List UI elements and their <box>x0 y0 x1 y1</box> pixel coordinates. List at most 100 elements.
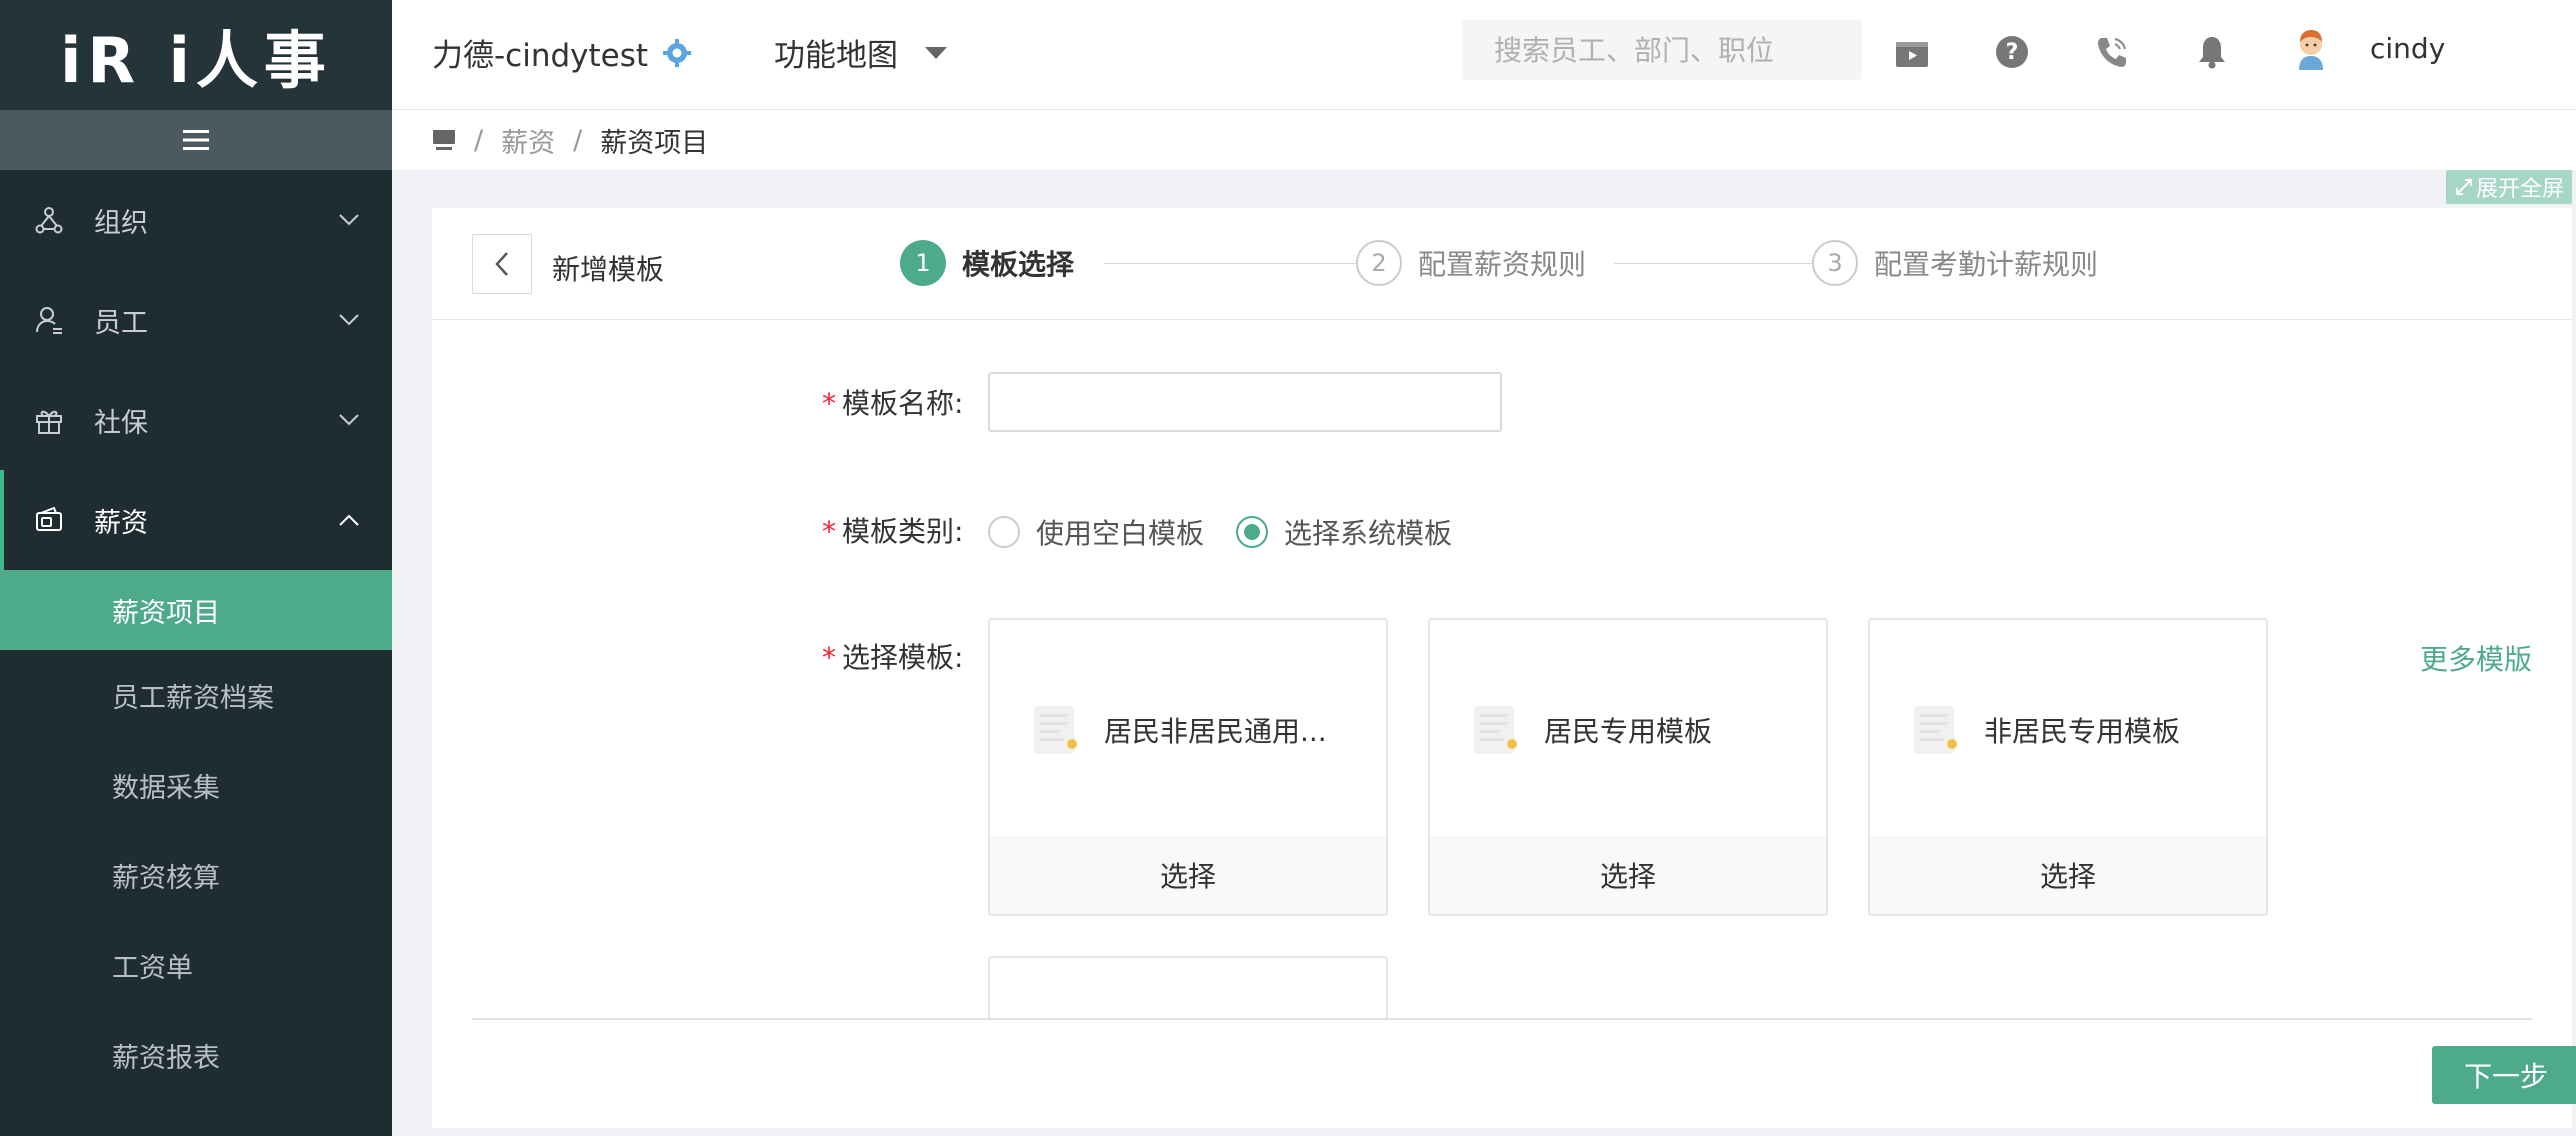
sidebar: iR i人事 组织 员工 社保 薪资 薪资项目 员工薪资档案 数据采集 薪资核算… <box>0 0 392 1136</box>
breadcrumb-separator: / <box>474 124 484 156</box>
sidebar-item-salary[interactable]: 薪资 <box>0 470 392 570</box>
select-template-label: * 选择模板: <box>822 636 963 676</box>
expand-label: 展开全屏 <box>2475 177 2564 202</box>
radio-blank-template[interactable]: 使用空白模板 <box>988 512 1204 552</box>
top-header: 力德-cindytest 功能地图 ? cindy <box>392 0 2576 110</box>
label-text: 模板类别: <box>842 515 964 548</box>
radio-circle <box>988 516 1020 548</box>
wizard-header: 新增模板 1 模板选择 2 配置薪资规则 3 配置考勤计薪规则 <box>432 208 2572 320</box>
sidebar-item-employee[interactable]: 员工 <box>0 270 392 370</box>
user-icon <box>34 305 64 335</box>
breadcrumb-current: 薪资项目 <box>600 127 709 159</box>
document-icon <box>1910 704 1962 756</box>
required-mark: * <box>822 515 836 548</box>
required-mark: * <box>822 387 836 420</box>
document-icon <box>1030 704 1082 756</box>
footer-divider <box>472 1018 2532 1020</box>
chevron-up-icon <box>338 513 360 527</box>
template-name: 非居民专用模板 <box>1984 715 2181 748</box>
back-button[interactable] <box>472 234 532 294</box>
template-card: 居民非居民通用... 选择 <box>988 618 1388 916</box>
sidebar-subitem-salary-files[interactable]: 员工薪资档案 <box>0 650 392 740</box>
sidebar-subitem-data-collection[interactable]: 数据采集 <box>0 740 392 830</box>
more-templates-link[interactable]: 更多模版 <box>2420 638 2532 678</box>
sidebar-subitem-salary-calc[interactable]: 薪资核算 <box>0 830 392 920</box>
label-text: 选择模板: <box>842 641 964 674</box>
template-card: 非居民专用模板 选择 <box>1868 618 2268 916</box>
hamburger-icon <box>183 130 209 150</box>
step-connector <box>1104 263 1368 264</box>
select-template-button[interactable]: 选择 <box>1870 836 2266 914</box>
expand-icon <box>2455 179 2472 195</box>
expand-fullscreen-button[interactable]: 展开全屏 <box>2445 170 2572 204</box>
avatar[interactable] <box>2290 26 2332 70</box>
step-label: 配置薪资规则 <box>1418 248 1587 281</box>
phone-icon[interactable] <box>2094 34 2130 70</box>
template-card-body: 居民非居民通用... <box>990 620 1386 840</box>
sidebar-item-label: 员工 <box>94 307 148 339</box>
sidebar-collapse-button[interactable] <box>0 110 392 170</box>
sidebar-item-org[interactable]: 组织 <box>0 170 392 270</box>
document-icon <box>1470 704 1522 756</box>
logo-text: iR i人事 <box>60 24 332 97</box>
step-label: 模板选择 <box>962 248 1075 281</box>
template-name: 居民专用模板 <box>1544 715 1713 748</box>
function-map-label: 功能地图 <box>774 38 898 74</box>
breadcrumb-separator: / <box>573 124 583 156</box>
chevron-left-icon <box>495 252 508 276</box>
required-mark: * <box>822 641 836 674</box>
monitor-icon[interactable] <box>432 129 456 151</box>
bell-icon[interactable] <box>2194 34 2230 70</box>
step-label: 配置考勤计薪规则 <box>1874 248 2099 281</box>
app-logo[interactable]: iR i人事 <box>0 0 392 110</box>
radio-label: 选择系统模板 <box>1284 517 1453 550</box>
chevron-down-icon <box>338 413 360 427</box>
step-3: 3 配置考勤计薪规则 <box>1812 240 2098 286</box>
help-icon[interactable]: ? <box>1994 34 2030 70</box>
radio-system-template[interactable]: 选择系统模板 <box>1236 512 1452 552</box>
username[interactable]: cindy <box>2370 32 2445 65</box>
template-name: 居民非居民通用... <box>1104 715 1327 748</box>
template-card-body: 居民专用模板 <box>1430 620 1826 840</box>
template-wizard-card: 新增模板 1 模板选择 2 配置薪资规则 3 配置考勤计薪规则 * 模板名称: *… <box>432 208 2576 1128</box>
sidebar-subitem-payslip[interactable]: 工资单 <box>0 920 392 1010</box>
chevron-down-icon <box>338 213 360 227</box>
template-card-body: 非居民专用模板 <box>1870 620 2266 840</box>
sidebar-subitem-salary-items[interactable]: 薪资项目 <box>0 570 392 650</box>
breadcrumb: / 薪资 / 薪资项目 <box>392 110 2576 170</box>
company-switcher[interactable]: 力德-cindytest <box>432 30 692 75</box>
label-text: 模板名称: <box>842 387 964 420</box>
salary-submenu: 薪资项目 员工薪资档案 数据采集 薪资核算 工资单 薪资报表 <box>0 570 392 1100</box>
template-card-partial[interactable] <box>988 956 1388 1018</box>
step-connector <box>1614 263 1820 264</box>
video-icon[interactable] <box>1894 34 1930 70</box>
gift-icon <box>34 405 64 435</box>
company-name: 力德-cindytest <box>432 38 649 74</box>
sidebar-item-social[interactable]: 社保 <box>0 370 392 470</box>
select-template-button[interactable]: 选择 <box>990 836 1386 914</box>
template-name-input[interactable] <box>988 372 1502 432</box>
radio-label: 使用空白模板 <box>1036 517 1205 550</box>
step-number: 3 <box>1812 240 1858 286</box>
step-1: 1 模板选择 <box>900 240 1074 286</box>
select-template-button[interactable]: 选择 <box>1430 836 1826 914</box>
step-number: 1 <box>900 240 946 286</box>
svg-text:?: ? <box>2006 40 2019 65</box>
template-card: 居民专用模板 选择 <box>1428 618 1828 916</box>
template-type-label: * 模板类别: <box>822 510 963 550</box>
page-title: 新增模板 <box>552 253 665 286</box>
sidebar-item-label: 社保 <box>94 407 148 439</box>
org-icon <box>34 205 64 235</box>
breadcrumb-salary[interactable]: 薪资 <box>501 121 555 160</box>
search-input[interactable] <box>1462 20 1862 80</box>
gear-icon[interactable] <box>662 38 692 68</box>
next-step-button[interactable]: 下一步 <box>2432 1046 2576 1104</box>
step-2: 2 配置薪资规则 <box>1356 240 1586 286</box>
sidebar-item-label: 薪资 <box>94 507 148 539</box>
wallet-icon <box>34 505 64 535</box>
chevron-down-icon <box>338 313 360 327</box>
step-number: 2 <box>1356 240 1402 286</box>
function-map-dropdown[interactable]: 功能地图 <box>774 30 948 75</box>
sidebar-subitem-salary-report[interactable]: 薪资报表 <box>0 1010 392 1100</box>
radio-circle <box>1236 516 1268 548</box>
